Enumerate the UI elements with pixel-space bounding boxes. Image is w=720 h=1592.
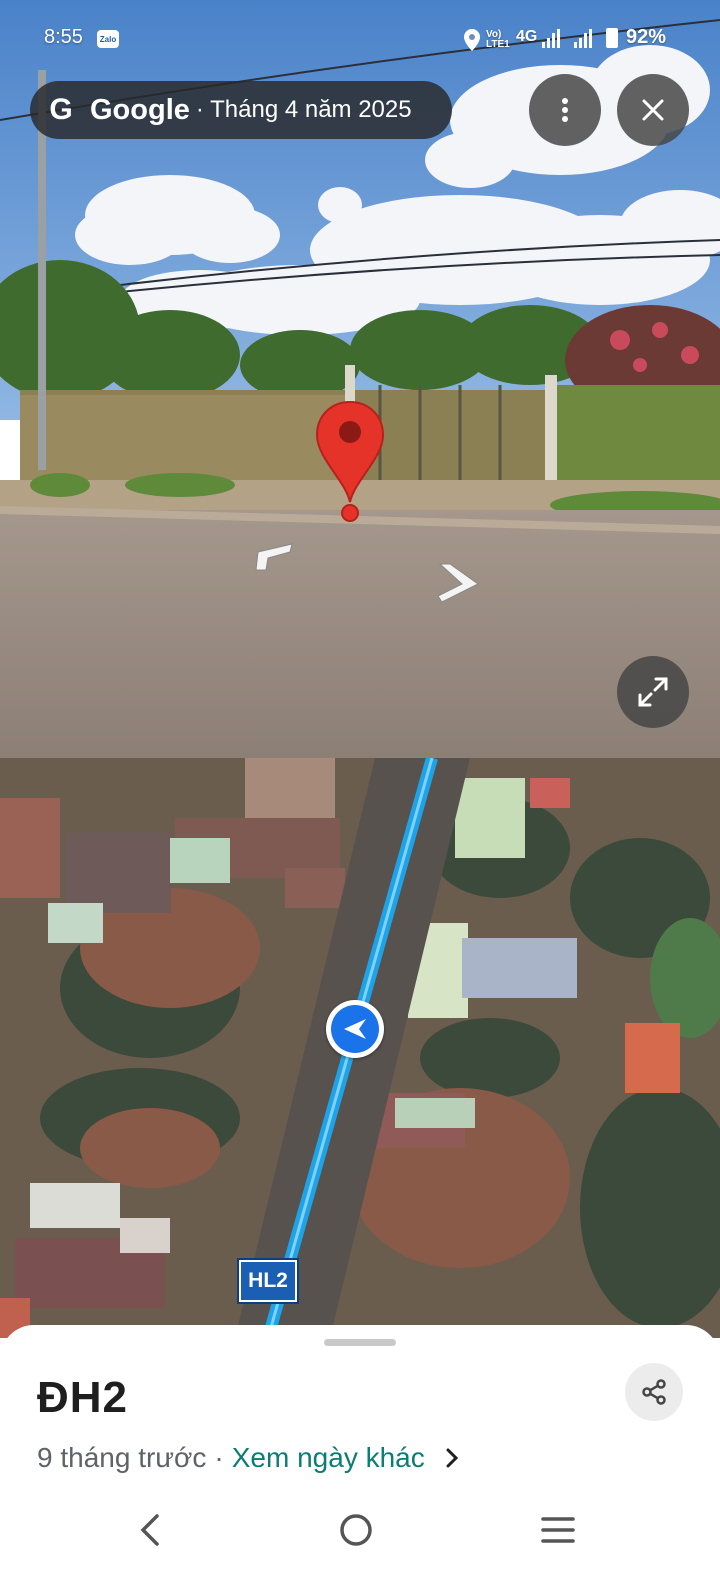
- location-status-icon: [463, 28, 481, 58]
- zalo-label: Zalo: [99, 34, 117, 44]
- separator: ·: [214, 1442, 224, 1473]
- imagery-info-chip[interactable]: G Google · Tháng 4 năm 2025: [30, 81, 452, 139]
- network-type: 4G: [516, 28, 538, 45]
- battery-level: 92%: [626, 26, 667, 48]
- signal-icon: [540, 28, 600, 55]
- see-other-dates-link[interactable]: Xem ngày khác: [232, 1442, 425, 1474]
- recents-icon: [541, 1517, 575, 1543]
- home-icon: [340, 1514, 372, 1546]
- imagery-age-row: 9 tháng trước · Xem ngày khác: [37, 1442, 465, 1474]
- expand-icon: [638, 677, 668, 707]
- chevron-right-icon: [437, 563, 479, 603]
- navigation-arrow-icon: [331, 1005, 379, 1053]
- chevron-left-icon: [255, 543, 293, 571]
- system-nav-bar: [0, 1500, 720, 1592]
- expand-button[interactable]: [617, 656, 689, 728]
- battery-icon: [606, 28, 618, 48]
- share-button[interactable]: [625, 1363, 683, 1421]
- more-options-button[interactable]: [529, 74, 601, 146]
- brand-name: Google: [90, 93, 190, 126]
- close-button[interactable]: [617, 74, 689, 146]
- back-button[interactable]: [135, 1510, 167, 1555]
- google-logo: G: [49, 93, 73, 126]
- home-button[interactable]: [338, 1512, 374, 1553]
- close-icon: [642, 99, 664, 121]
- current-position-marker[interactable]: [326, 1000, 384, 1058]
- location-pin-icon: [315, 400, 385, 530]
- zalo-icon: Zalo: [97, 30, 119, 48]
- capture-date: · Tháng 4 năm 2025: [195, 96, 412, 123]
- drag-handle[interactable]: [324, 1339, 396, 1346]
- more-vert-icon: [562, 98, 568, 122]
- chevron-right-icon[interactable]: [439, 1445, 465, 1471]
- road-label-hl2: HL2: [237, 1258, 299, 1304]
- back-icon: [140, 1514, 159, 1546]
- next-direction-arrow[interactable]: [432, 560, 482, 611]
- recents-button[interactable]: [540, 1514, 576, 1551]
- imagery-age: 9 tháng trước: [37, 1442, 207, 1473]
- volte-label: Vo) LTE1: [486, 29, 510, 50]
- share-icon: [642, 1379, 666, 1405]
- prev-direction-arrow[interactable]: [246, 540, 296, 581]
- status-time: 8:55: [44, 26, 83, 48]
- place-title: ĐH2: [37, 1373, 129, 1422]
